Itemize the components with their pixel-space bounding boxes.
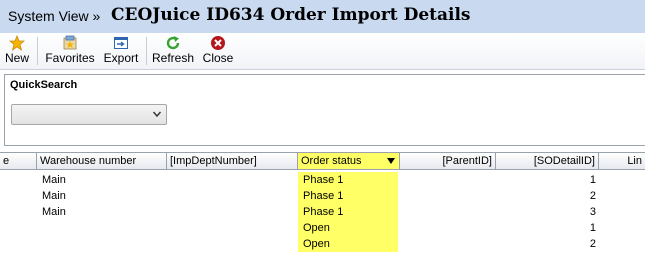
- refresh-button-label: Refresh: [152, 51, 195, 65]
- favorites-button[interactable]: Favorites: [44, 33, 96, 69]
- close-button[interactable]: Close: [201, 33, 235, 69]
- export-button[interactable]: Export: [101, 33, 141, 69]
- close-icon: [211, 36, 225, 50]
- star-icon: [9, 35, 25, 51]
- favorites-icon: [63, 35, 77, 50]
- refresh-icon: [166, 36, 180, 50]
- order-status-header-label: Order status: [301, 155, 362, 167]
- table-row[interactable]: Main Phase 1 3: [0, 204, 645, 220]
- toolbar-separator: [37, 37, 38, 65]
- table-row[interactable]: Open 2: [0, 236, 645, 252]
- close-button-label: Close: [202, 51, 234, 65]
- sodetailid-cell: 1: [589, 222, 596, 234]
- sodetailid-cell: 1: [589, 174, 596, 186]
- export-icon: [114, 37, 128, 49]
- column-header-parentid[interactable]: [ParentID]: [400, 153, 496, 170]
- sodetailid-cell: 2: [589, 190, 596, 202]
- sodetailid-cell: 2: [589, 238, 596, 250]
- warehouse-cell: [42, 236, 162, 252]
- order-status-cell: Phase 1: [298, 172, 398, 188]
- quicksearch-label: QuickSearch: [10, 79, 78, 91]
- column-header-line[interactable]: Lin: [599, 153, 645, 170]
- page-title: CEOJuice ID634 Order Import Details: [111, 5, 471, 25]
- order-status-cell: Phase 1: [298, 188, 398, 204]
- warehouse-cell: [42, 220, 162, 236]
- table-row[interactable]: Main Phase 1 2: [0, 188, 645, 204]
- column-header-sodetailid[interactable]: [SODetailID]: [496, 153, 599, 170]
- order-status-cell: Open: [298, 236, 398, 252]
- toolbar: New Favorites Export Refresh Close: [0, 33, 645, 70]
- warehouse-cell: Main: [42, 206, 66, 218]
- sodetailid-cell: 3: [589, 206, 596, 218]
- new-button[interactable]: New: [3, 33, 31, 69]
- chevron-down-icon: [152, 111, 162, 118]
- quicksearch-panel: QuickSearch: [4, 74, 645, 146]
- quicksearch-dropdown[interactable]: [11, 104, 167, 125]
- table-row[interactable]: Main Phase 1 1: [0, 172, 645, 188]
- table-row[interactable]: Open 1: [0, 220, 645, 236]
- column-header-warehouse-number[interactable]: Warehouse number: [37, 153, 167, 170]
- order-details-grid: e Warehouse number [ImpDeptNumber] Order…: [0, 152, 645, 255]
- order-status-cell: Open: [298, 220, 398, 236]
- column-header-order-status[interactable]: Order status: [298, 153, 400, 170]
- warehouse-cell: Main: [42, 190, 66, 202]
- breadcrumb-system-view[interactable]: System View »: [8, 8, 100, 24]
- export-button-label: Export: [103, 51, 139, 65]
- column-header-truncated[interactable]: e: [0, 153, 37, 170]
- warehouse-cell: Main: [42, 174, 66, 186]
- favorites-button-label: Favorites: [45, 51, 95, 65]
- order-status-cell: Phase 1: [298, 204, 398, 220]
- column-header-impdeptnumber[interactable]: [ImpDeptNumber]: [167, 153, 298, 170]
- toolbar-separator: [146, 37, 147, 65]
- filter-dropdown-icon[interactable]: [387, 158, 395, 164]
- title-bar: System View » CEOJuice ID634 Order Impor…: [0, 0, 645, 34]
- new-button-label: New: [4, 51, 29, 65]
- refresh-button[interactable]: Refresh: [152, 33, 194, 69]
